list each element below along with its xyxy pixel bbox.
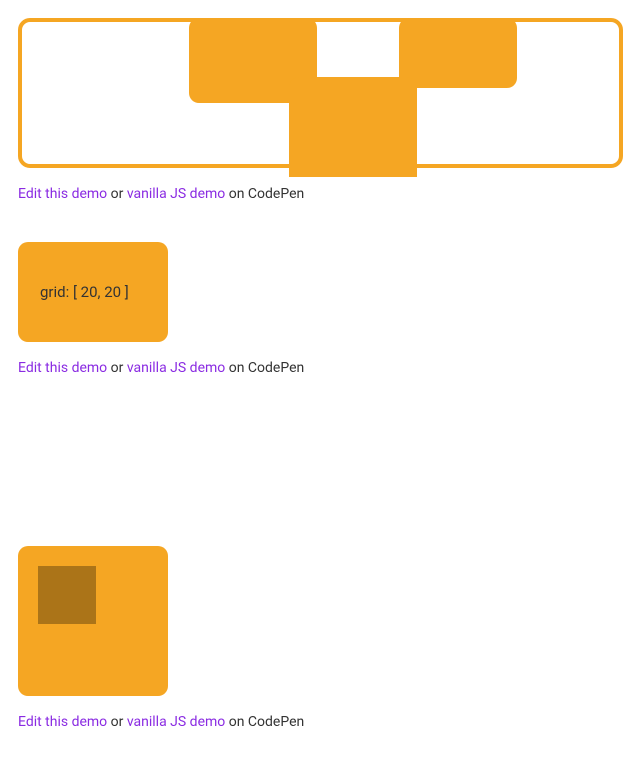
- edit-demo-link[interactable]: Edit this demo: [18, 360, 107, 376]
- vanilla-js-demo-link[interactable]: vanilla JS demo: [127, 186, 225, 202]
- vanilla-js-demo-link[interactable]: vanilla JS demo: [127, 714, 225, 730]
- vanilla-js-demo-link[interactable]: vanilla JS demo: [127, 360, 225, 376]
- demo-caption: Edit this demo or vanilla JS demo on Cod…: [18, 360, 623, 376]
- edit-demo-link[interactable]: Edit this demo: [18, 186, 107, 202]
- caption-suffix: on CodePen: [225, 186, 304, 202]
- draggable-block[interactable]: [289, 77, 417, 177]
- demo-containment-container: [18, 18, 623, 168]
- demo-caption: Edit this demo or vanilla JS demo on Cod…: [18, 186, 623, 202]
- spacer: [18, 416, 623, 546]
- caption-or: or: [107, 186, 127, 202]
- caption-suffix: on CodePen: [225, 714, 304, 730]
- demo-caption: Edit this demo or vanilla JS demo on Cod…: [18, 714, 623, 730]
- caption-or: or: [107, 360, 127, 376]
- draggable-block[interactable]: [399, 18, 517, 88]
- edit-demo-link[interactable]: Edit this demo: [18, 714, 107, 730]
- grid-draggable-box[interactable]: grid: [ 20, 20 ]: [18, 242, 168, 342]
- caption-or: or: [107, 714, 127, 730]
- caption-suffix: on CodePen: [225, 360, 304, 376]
- handle-draggable-box[interactable]: [18, 546, 168, 696]
- drag-handle[interactable]: [38, 566, 96, 624]
- grid-option-label: grid: [ 20, 20 ]: [40, 283, 129, 301]
